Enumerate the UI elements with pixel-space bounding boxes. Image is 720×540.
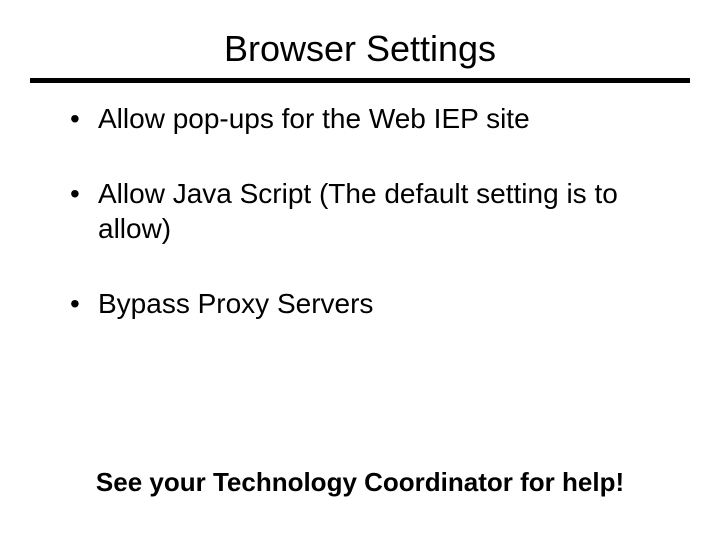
list-item: Allow Java Script (The default setting i… bbox=[70, 176, 650, 246]
content-area: Allow pop-ups for the Web IEP site Allow… bbox=[0, 83, 720, 321]
page-title: Browser Settings bbox=[0, 0, 720, 78]
footer-text: See your Technology Coordinator for help… bbox=[0, 467, 720, 498]
list-item: Allow pop-ups for the Web IEP site bbox=[70, 101, 650, 136]
list-item: Bypass Proxy Servers bbox=[70, 286, 650, 321]
bullet-list: Allow pop-ups for the Web IEP site Allow… bbox=[70, 101, 650, 321]
